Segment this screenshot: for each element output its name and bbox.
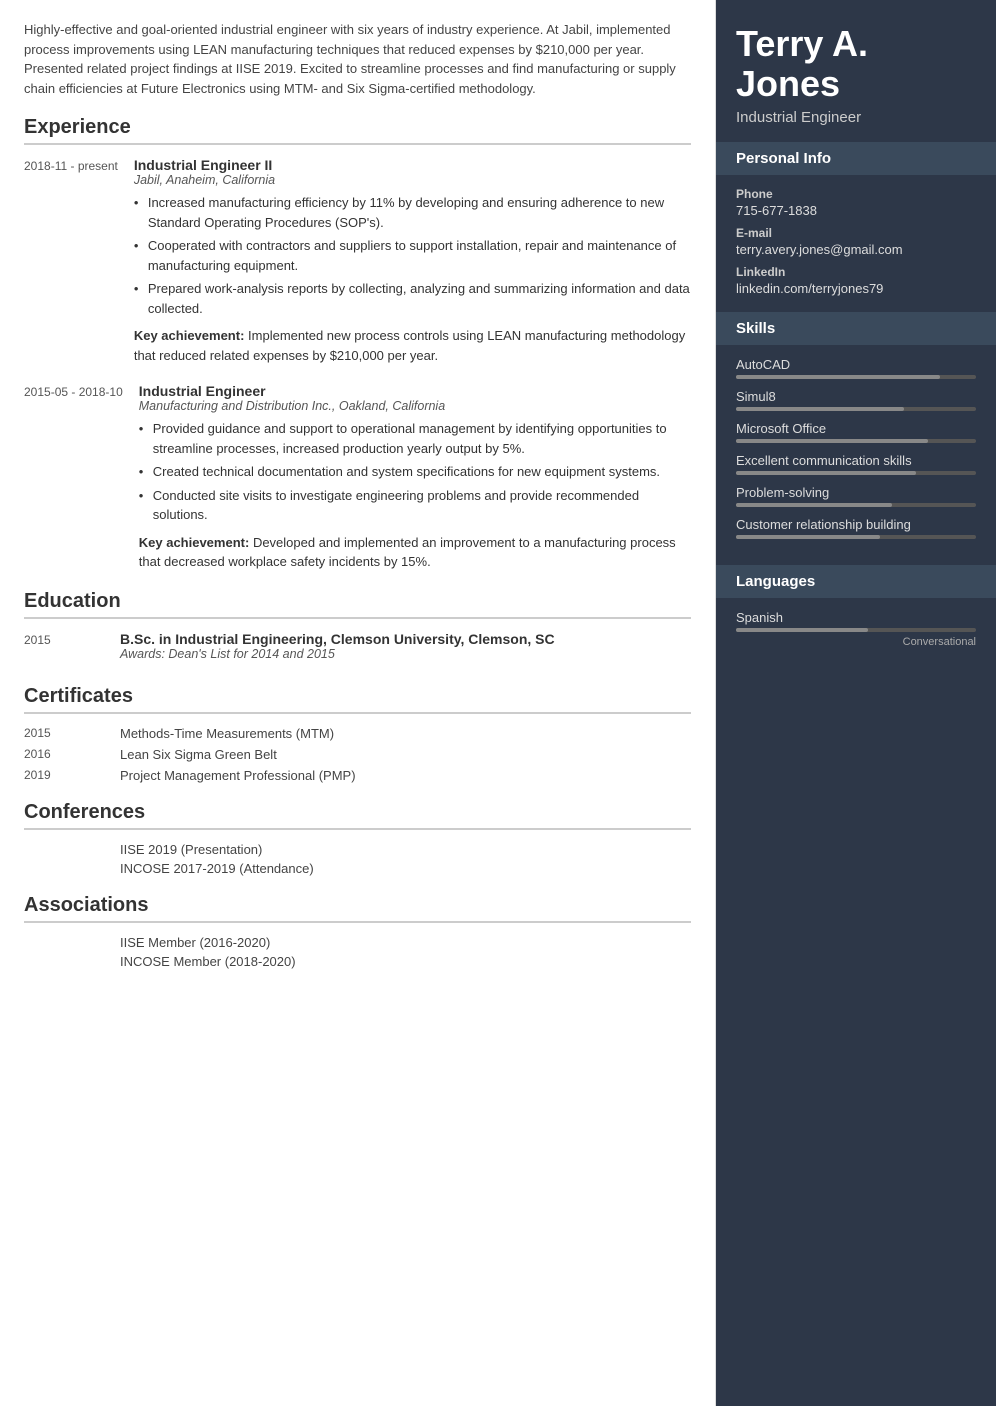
cert-label-1: Methods-Time Measurements (MTM) <box>120 726 334 741</box>
skill-autocad: AutoCAD <box>736 357 976 379</box>
candidate-title: Industrial Engineer <box>736 109 976 126</box>
experience-section: Experience 2018-11 - present Industrial … <box>24 116 691 572</box>
associations-section: Associations IISE Member (2016-2020) INC… <box>24 894 691 969</box>
conferences-section: Conferences IISE 2019 (Presentation) INC… <box>24 801 691 876</box>
cert-entry-1: 2015 Methods-Time Measurements (MTM) <box>24 726 691 741</box>
skill-name-problem-solving: Problem-solving <box>736 485 976 500</box>
skill-bar-fill-problem-solving <box>736 503 892 507</box>
skill-problem-solving: Problem-solving <box>736 485 976 507</box>
experience-subtitle-1: Jabil, Anaheim, California <box>134 173 691 187</box>
skill-bar-fill-crm <box>736 535 880 539</box>
bullet-item: Provided guidance and support to operati… <box>139 419 691 458</box>
bullet-item: Cooperated with contractors and supplier… <box>134 236 691 275</box>
experience-date-1: 2018-11 - present <box>24 157 118 365</box>
skill-bar-bg-communication <box>736 471 976 475</box>
skill-crm: Customer relationship building <box>736 517 976 539</box>
language-spanish: Spanish Conversational <box>736 610 976 648</box>
skill-bar-fill-communication <box>736 471 916 475</box>
personal-info-body: Phone 715-677-1838 E-mail terry.avery.jo… <box>716 187 996 312</box>
languages-section: Languages Spanish Conversational <box>716 565 996 670</box>
right-header: Terry A. Jones Industrial Engineer <box>716 0 996 142</box>
email-label: E-mail <box>736 226 976 240</box>
lang-name-spanish: Spanish <box>736 610 976 625</box>
phone-label: Phone <box>736 187 976 201</box>
lang-level-spanish: Conversational <box>736 636 976 648</box>
personal-info-section: Personal Info Phone 715-677-1838 E-mail … <box>716 142 996 312</box>
cert-entry-2: 2016 Lean Six Sigma Green Belt <box>24 747 691 762</box>
phone-value: 715-677-1838 <box>736 203 976 218</box>
education-title: Education <box>24 590 691 619</box>
skills-section: Skills AutoCAD Simul8 Microsoft Office <box>716 312 996 565</box>
key-achievement-2: Key achievement: Developed and implement… <box>139 533 691 572</box>
experience-subtitle-2: Manufacturing and Distribution Inc., Oak… <box>139 399 691 413</box>
summary-text: Highly-effective and goal-oriented indus… <box>24 20 691 98</box>
experience-date-2: 2015-05 - 2018-10 <box>24 383 123 572</box>
skill-bar-bg-msoffice <box>736 439 976 443</box>
education-date-1: 2015 <box>24 631 104 667</box>
bullet-item: Conducted site visits to investigate eng… <box>139 486 691 525</box>
experience-bullets-2: Provided guidance and support to operati… <box>139 419 691 525</box>
candidate-name: Terry A. Jones <box>736 24 976 103</box>
skill-bar-bg-crm <box>736 535 976 539</box>
certificates-section: Certificates 2015 Methods-Time Measureme… <box>24 685 691 783</box>
education-entry-1: 2015 B.Sc. in Industrial Engineering, Cl… <box>24 631 691 667</box>
cert-date-2: 2016 <box>24 747 104 762</box>
lang-bar-bg-spanish <box>736 628 976 632</box>
cert-label-2: Lean Six Sigma Green Belt <box>120 747 277 762</box>
skill-bar-bg-simul8 <box>736 407 976 411</box>
skill-simul8: Simul8 <box>736 389 976 411</box>
skills-body: AutoCAD Simul8 Microsoft Office <box>716 357 996 565</box>
right-column: Terry A. Jones Industrial Engineer Perso… <box>716 0 996 1406</box>
experience-entry-1: 2018-11 - present Industrial Engineer II… <box>24 157 691 365</box>
experience-content-1: Industrial Engineer II Jabil, Anaheim, C… <box>134 157 691 365</box>
linkedin-label: LinkedIn <box>736 265 976 279</box>
experience-bullets-1: Increased manufacturing efficiency by 11… <box>134 193 691 318</box>
cert-date-1: 2015 <box>24 726 104 741</box>
personal-info-title: Personal Info <box>716 142 996 175</box>
skill-name-autocad: AutoCAD <box>736 357 976 372</box>
languages-body: Spanish Conversational <box>716 610 996 670</box>
bullet-item: Created technical documentation and syst… <box>139 462 691 482</box>
skill-bar-fill-simul8 <box>736 407 904 411</box>
skill-msoffice: Microsoft Office <box>736 421 976 443</box>
skill-name-communication: Excellent communication skills <box>736 453 976 468</box>
certificates-title: Certificates <box>24 685 691 714</box>
languages-title: Languages <box>716 565 996 598</box>
conf-entry-2: INCOSE 2017-2019 (Attendance) <box>24 861 691 876</box>
cert-entry-3: 2019 Project Management Professional (PM… <box>24 768 691 783</box>
education-awards-1: Awards: Dean's List for 2014 and 2015 <box>120 647 691 661</box>
experience-entry-2: 2015-05 - 2018-10 Industrial Engineer Ma… <box>24 383 691 572</box>
skill-name-crm: Customer relationship building <box>736 517 976 532</box>
cert-date-3: 2019 <box>24 768 104 783</box>
email-value: terry.avery.jones@gmail.com <box>736 242 976 257</box>
associations-title: Associations <box>24 894 691 923</box>
experience-content-2: Industrial Engineer Manufacturing and Di… <box>139 383 691 572</box>
assoc-entry-2: INCOSE Member (2018-2020) <box>24 954 691 969</box>
skill-name-simul8: Simul8 <box>736 389 976 404</box>
cert-label-3: Project Management Professional (PMP) <box>120 768 356 783</box>
skill-bar-bg-problem-solving <box>736 503 976 507</box>
education-degree-1: B.Sc. in Industrial Engineering, Clemson… <box>120 631 691 647</box>
education-content-1: B.Sc. in Industrial Engineering, Clemson… <box>120 631 691 667</box>
linkedin-value: linkedin.com/terryjones79 <box>736 281 976 296</box>
skill-communication: Excellent communication skills <box>736 453 976 475</box>
conferences-title: Conferences <box>24 801 691 830</box>
experience-title: Experience <box>24 116 691 145</box>
bullet-item: Prepared work-analysis reports by collec… <box>134 279 691 318</box>
experience-job-title-2: Industrial Engineer <box>139 383 691 399</box>
education-section: Education 2015 B.Sc. in Industrial Engin… <box>24 590 691 667</box>
skill-bar-bg-autocad <box>736 375 976 379</box>
skills-title: Skills <box>716 312 996 345</box>
lang-bar-fill-spanish <box>736 628 868 632</box>
assoc-entry-1: IISE Member (2016-2020) <box>24 935 691 950</box>
experience-job-title-1: Industrial Engineer II <box>134 157 691 173</box>
skill-bar-fill-autocad <box>736 375 940 379</box>
key-achievement-1: Key achievement: Implemented new process… <box>134 326 691 365</box>
skill-bar-fill-msoffice <box>736 439 928 443</box>
conf-entry-1: IISE 2019 (Presentation) <box>24 842 691 857</box>
skill-name-msoffice: Microsoft Office <box>736 421 976 436</box>
left-column: Highly-effective and goal-oriented indus… <box>0 0 716 1406</box>
bullet-item: Increased manufacturing efficiency by 11… <box>134 193 691 232</box>
